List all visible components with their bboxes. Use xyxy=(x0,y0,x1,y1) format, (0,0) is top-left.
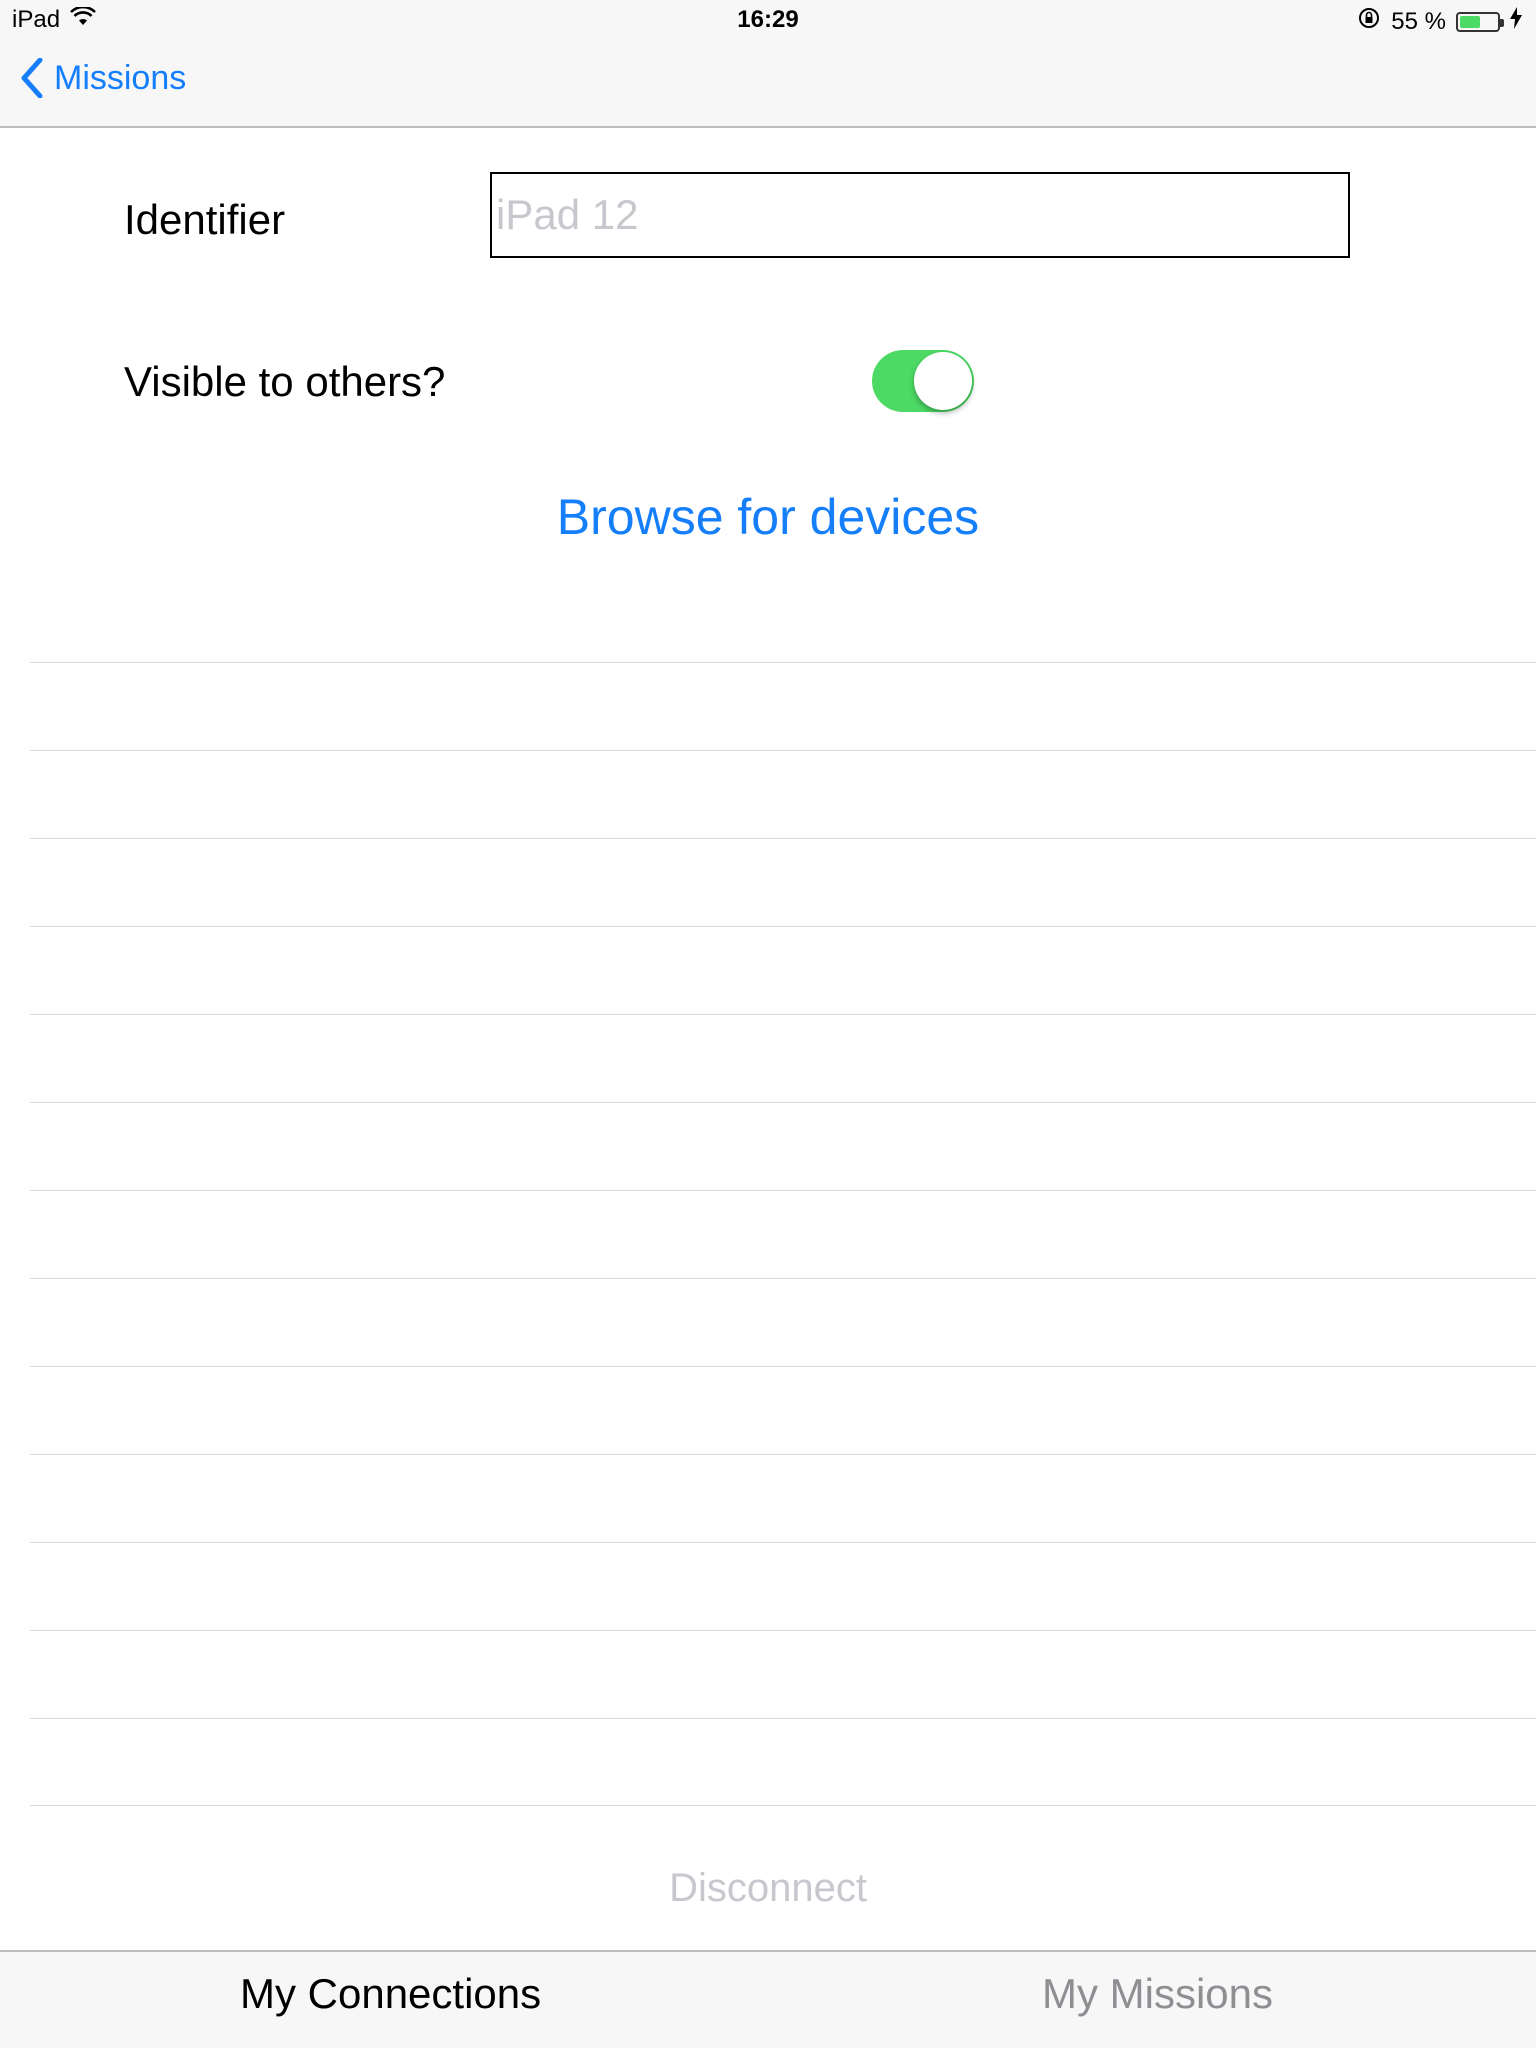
tab-my-missions[interactable]: My Missions xyxy=(1042,1970,1273,2018)
tab-bar: My Connections My Missions xyxy=(0,1950,1536,2048)
toggle-knob xyxy=(914,352,972,410)
battery-level xyxy=(1460,15,1480,28)
battery-tip xyxy=(1500,18,1504,27)
visible-to-others-label: Visible to others? xyxy=(124,358,446,405)
battery-percent: 55 % xyxy=(1391,7,1446,35)
visible-to-others-toggle[interactable] xyxy=(872,350,974,412)
table-row[interactable] xyxy=(30,1454,1536,1542)
identifier-input[interactable] xyxy=(490,172,1350,258)
identifier-label: Identifier xyxy=(124,196,286,243)
table-row[interactable] xyxy=(30,926,1536,1014)
back-button[interactable]: Missions xyxy=(20,58,186,98)
table-row[interactable] xyxy=(30,1014,1536,1102)
devices-table xyxy=(30,662,1536,1806)
table-row[interactable] xyxy=(30,1102,1536,1190)
battery-icon xyxy=(1456,11,1504,32)
back-button-label: Missions xyxy=(54,58,187,97)
table-row[interactable] xyxy=(30,662,1536,750)
browse-for-devices-button[interactable]: Browse for devices xyxy=(0,488,1536,546)
table-row[interactable] xyxy=(30,838,1536,926)
table-row[interactable] xyxy=(30,1542,1536,1630)
table-row[interactable] xyxy=(30,1278,1536,1366)
chevron-left-icon xyxy=(21,58,43,98)
table-row[interactable] xyxy=(30,1630,1536,1718)
rotation-lock-icon xyxy=(1357,6,1381,37)
table-row[interactable] xyxy=(30,1190,1536,1278)
tab-my-connections[interactable]: My Connections xyxy=(240,1970,541,2018)
top-bar: iPad 16:29 55 % Missions xyxy=(0,0,1536,128)
table-row[interactable] xyxy=(30,1366,1536,1454)
status-time: 16:29 xyxy=(737,6,799,33)
screen: iPad 16:29 55 % Missions Identifier iPad… xyxy=(0,0,1536,2048)
table-row[interactable] xyxy=(30,750,1536,838)
charging-bolt-icon xyxy=(1510,7,1522,36)
status-bar-right: 55 % xyxy=(1357,6,1522,37)
table-row[interactable] xyxy=(30,1718,1536,1806)
disconnect-button: Disconnect xyxy=(669,1866,867,1910)
